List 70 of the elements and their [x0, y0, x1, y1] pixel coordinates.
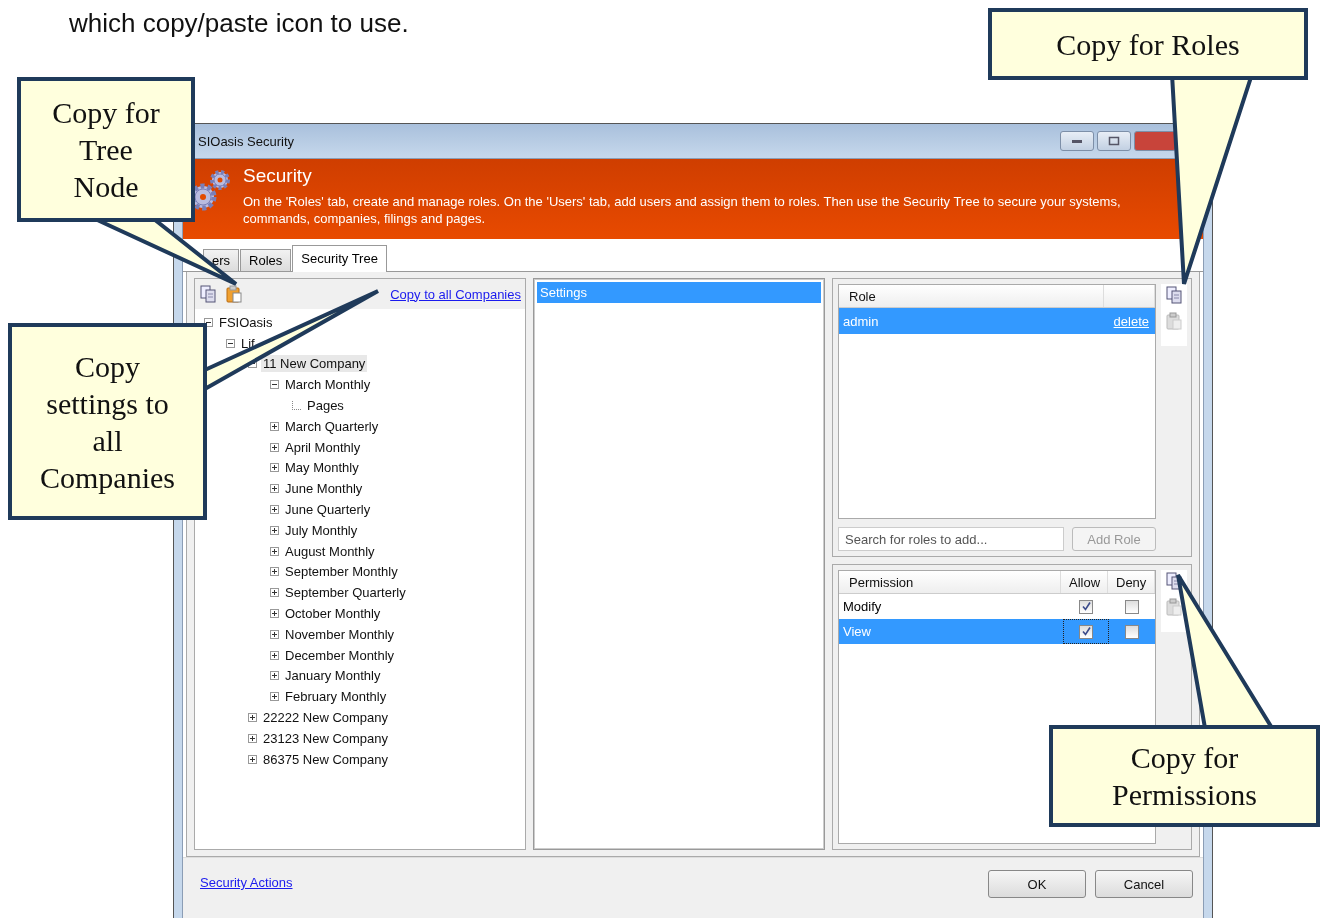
tree-item[interactable]: January Monthly [283, 667, 383, 685]
tree-item[interactable]: June Monthly [283, 480, 365, 498]
security-actions-link[interactable]: Security Actions [200, 875, 293, 890]
permission-row[interactable]: Modify [839, 594, 1155, 619]
collapse-icon[interactable] [270, 380, 279, 390]
expand-icon[interactable] [270, 629, 279, 639]
document-text: which copy/paste icon to use. [69, 8, 409, 39]
tree-item[interactable]: March Monthly [283, 376, 373, 394]
expand-icon[interactable] [270, 546, 279, 556]
callout: Copy for Roles [988, 8, 1308, 80]
table-cell-text: admin [842, 313, 880, 329]
callout: Copy for Permissions [1049, 725, 1320, 827]
window-title: SIOasis Security [198, 133, 295, 149]
close-button[interactable] [1134, 131, 1176, 151]
callout: Copy settings to all Companies [8, 323, 207, 520]
column-header: Permission [839, 571, 1061, 593]
expand-icon[interactable] [270, 671, 279, 681]
tree-item[interactable]: November Monthly [283, 625, 397, 643]
search-field[interactable]: Search for roles to add... [838, 527, 1064, 551]
checkbox[interactable] [1125, 624, 1139, 639]
tree-item[interactable]: 11 New Company [261, 355, 368, 373]
expand-icon[interactable] [270, 442, 279, 452]
expand-icon[interactable] [270, 692, 279, 702]
checkbox[interactable] [1079, 624, 1093, 639]
tree-item[interactable]: FSIOasis [217, 313, 275, 331]
column-header: Allow [1061, 571, 1108, 593]
checkbox[interactable] [1079, 599, 1093, 614]
expand-icon[interactable] [270, 588, 279, 598]
table-cell-text: Modify [842, 599, 883, 614]
tree-item[interactable]: 86375 New Company [261, 750, 391, 768]
minimize-button[interactable] [1060, 131, 1094, 151]
expand-icon[interactable] [270, 505, 279, 515]
expand-icon[interactable] [270, 421, 279, 431]
dialog-button[interactable]: Cancel [1095, 870, 1193, 898]
tree-item[interactable]: February Monthly [283, 688, 389, 706]
expand-icon[interactable] [270, 525, 279, 535]
tree-item[interactable]: April Monthly [283, 438, 363, 456]
expand-icon[interactable] [248, 754, 257, 764]
tree-item[interactable]: 22222 New Company [261, 709, 391, 727]
expand-icon[interactable] [270, 484, 279, 494]
tree-item[interactable]: July Monthly [283, 521, 360, 539]
expand-icon[interactable] [248, 733, 257, 743]
tree-item[interactable]: May Monthly [283, 459, 361, 477]
expand-icon[interactable] [270, 609, 279, 619]
dialog-button[interactable]: OK [988, 870, 1086, 898]
tree-item[interactable]: September Quarterly [283, 584, 408, 602]
header-description: On the 'Roles' tab, create and manage roles. On the 'Users' tab, add users and assign them to roles. Then use the Security Tree to secure your systems, commands, companies, filings and pages. [243, 193, 1122, 227]
expand-icon[interactable] [270, 463, 279, 473]
expand-icon[interactable] [248, 713, 257, 723]
tree-item[interactable]: March Quarterly [283, 417, 381, 435]
maximize-icon [1108, 136, 1120, 146]
tree-item[interactable]: Pages [305, 397, 346, 415]
collapse-icon[interactable] [226, 338, 235, 348]
tree-item[interactable]: August Monthly [283, 542, 377, 560]
tree-item[interactable]: September Monthly [283, 563, 400, 581]
tree-item[interactable]: December Monthly [283, 646, 397, 664]
tab[interactable]: Security Tree [292, 245, 387, 272]
header-title: Security [243, 165, 313, 187]
column-header: Deny [1108, 571, 1155, 593]
tree-item[interactable]: June Quarterly [283, 501, 373, 519]
tab[interactable]: Roles [240, 249, 292, 271]
expand-icon[interactable] [270, 650, 279, 660]
column-header: Role [839, 285, 1104, 307]
tree-item[interactable]: 23123 New Company [261, 729, 391, 747]
maximize-button[interactable] [1097, 131, 1131, 151]
minimize-icon [1071, 138, 1083, 144]
expand-icon[interactable] [270, 567, 279, 577]
table-cell-text: View [842, 624, 872, 639]
checkbox[interactable] [1125, 599, 1139, 614]
tree-item[interactable]: October Monthly [283, 605, 383, 623]
